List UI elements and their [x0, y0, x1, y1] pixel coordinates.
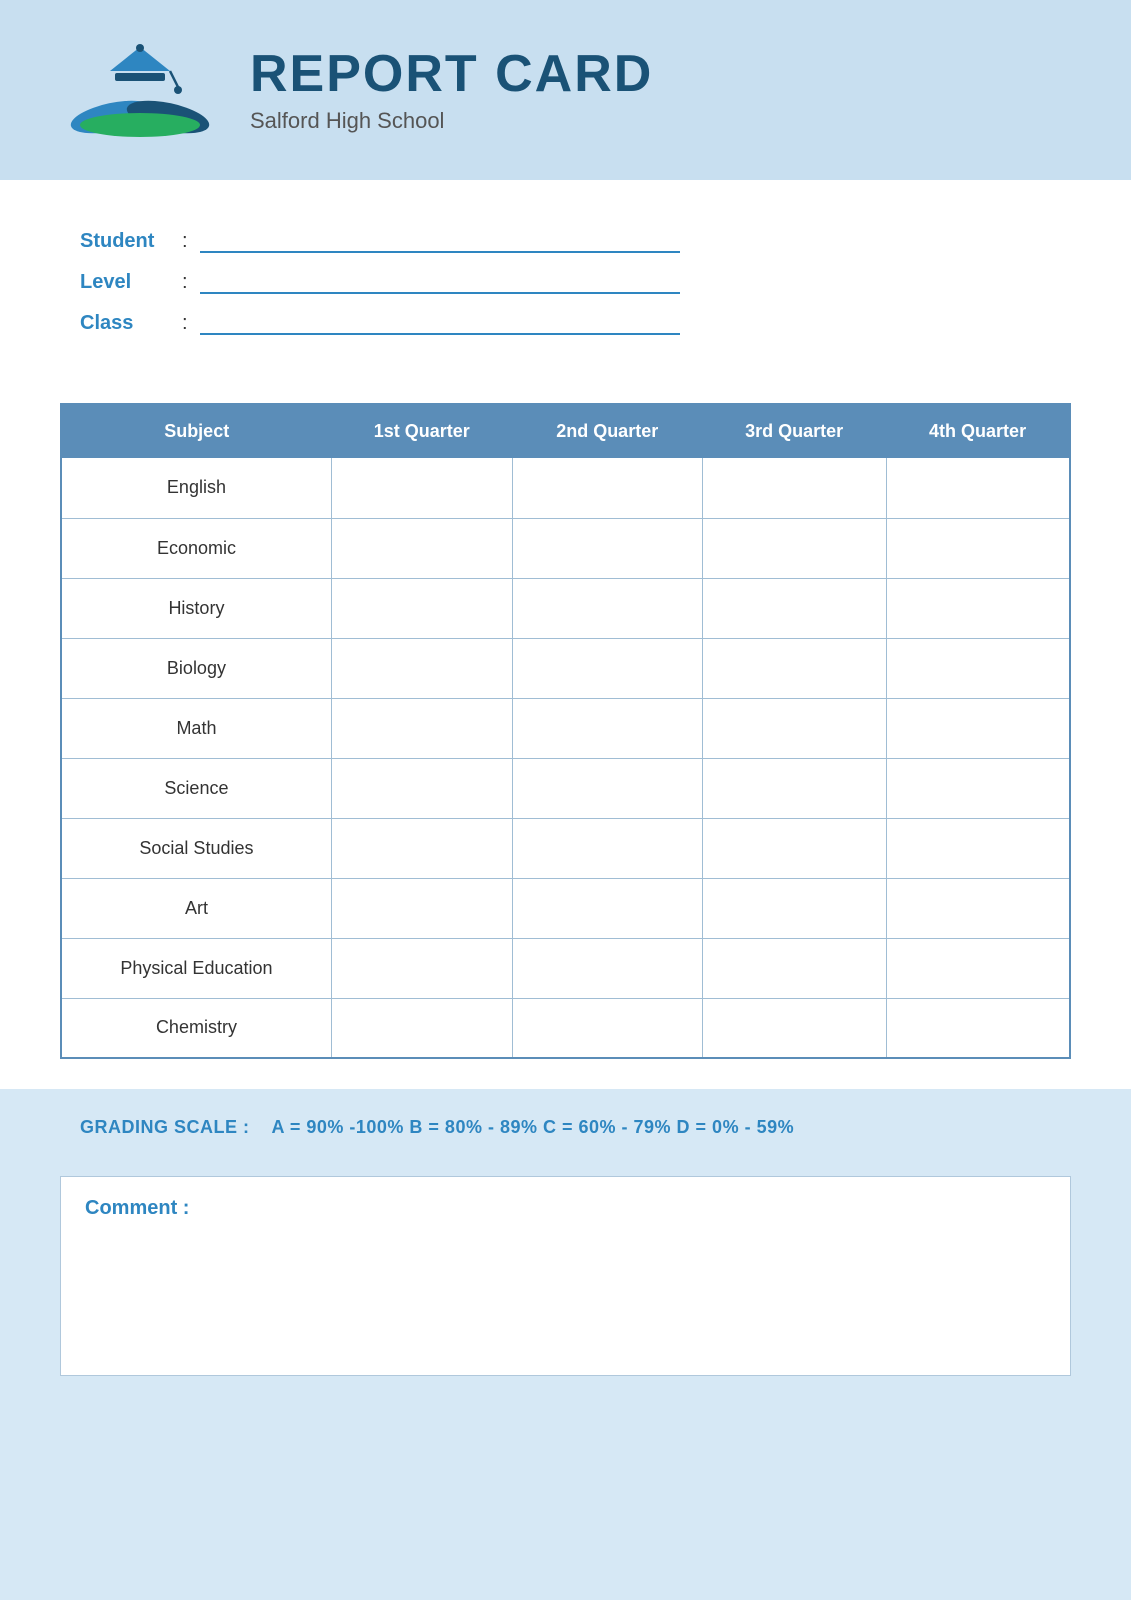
subject-cell: Art: [61, 878, 331, 938]
student-colon: :: [182, 230, 188, 253]
q3-grade-cell: [702, 998, 886, 1058]
q4-grade-cell: [886, 638, 1070, 698]
report-card-title: REPORT CARD: [250, 46, 653, 103]
table-section: Subject 1st Quarter 2nd Quarter 3rd Quar…: [0, 383, 1131, 1089]
grading-scale-values: A = 90% -100% B = 80% - 89% C = 60% - 79…: [272, 1117, 795, 1137]
q1-grade-cell: [331, 698, 512, 758]
q3-grade-cell: [702, 698, 886, 758]
q4-grade-cell: [886, 578, 1070, 638]
student-row: Student :: [80, 230, 1051, 253]
q1-grade-cell: [331, 638, 512, 698]
q3-grade-cell: [702, 638, 886, 698]
subject-cell: Biology: [61, 638, 331, 698]
q1-grade-cell: [331, 998, 512, 1058]
grading-scale-text: GRADING SCALE : A = 90% -100% B = 80% - …: [80, 1117, 794, 1137]
logo-container: [60, 30, 220, 150]
q4-grade-cell: [886, 518, 1070, 578]
q4-grade-cell: [886, 758, 1070, 818]
table-row: Physical Education: [61, 938, 1070, 998]
level-line: [200, 292, 680, 294]
table-header-row: Subject 1st Quarter 2nd Quarter 3rd Quar…: [61, 404, 1070, 458]
q4-grade-cell: [886, 458, 1070, 518]
class-label: Class: [80, 312, 170, 335]
class-line: [200, 333, 680, 335]
table-row: Math: [61, 698, 1070, 758]
q2-grade-cell: [512, 578, 702, 638]
q2-grade-cell: [512, 458, 702, 518]
q4-grade-cell: [886, 878, 1070, 938]
q1-grade-cell: [331, 878, 512, 938]
q2-grade-cell: [512, 938, 702, 998]
q3-grade-cell: [702, 518, 886, 578]
q2-grade-cell: [512, 698, 702, 758]
q3-grade-cell: [702, 758, 886, 818]
level-colon: :: [182, 271, 188, 294]
header: REPORT CARD Salford High School: [0, 0, 1131, 180]
q4-grade-cell: [886, 938, 1070, 998]
q1-grade-cell: [331, 818, 512, 878]
table-row: English: [61, 458, 1070, 518]
level-label: Level: [80, 271, 170, 294]
q4-grade-cell: [886, 698, 1070, 758]
q1-grade-cell: [331, 938, 512, 998]
subject-cell: Chemistry: [61, 998, 331, 1058]
comment-label: Comment :: [85, 1197, 1046, 1220]
q2-grade-cell: [512, 518, 702, 578]
student-line: [200, 251, 680, 253]
q3-grade-cell: [702, 878, 886, 938]
report-card-page: REPORT CARD Salford High School Student …: [0, 0, 1131, 1600]
grading-section: GRADING SCALE : A = 90% -100% B = 80% - …: [0, 1089, 1131, 1166]
q3-grade-cell: [702, 458, 886, 518]
subject-cell: English: [61, 458, 331, 518]
q2-grade-cell: [512, 638, 702, 698]
comment-box: Comment :: [60, 1176, 1071, 1376]
q2-grade-cell: [512, 878, 702, 938]
class-row: Class :: [80, 312, 1051, 335]
q2-grade-cell: [512, 818, 702, 878]
subject-cell: Economic: [61, 518, 331, 578]
col-q4: 4th Quarter: [886, 404, 1070, 458]
table-row: Art: [61, 878, 1070, 938]
subject-cell: Physical Education: [61, 938, 331, 998]
col-subject: Subject: [61, 404, 331, 458]
subject-cell: Science: [61, 758, 331, 818]
q1-grade-cell: [331, 458, 512, 518]
subject-cell: Social Studies: [61, 818, 331, 878]
q3-grade-cell: [702, 818, 886, 878]
q2-grade-cell: [512, 758, 702, 818]
school-name: Salford High School: [250, 108, 653, 134]
q3-grade-cell: [702, 938, 886, 998]
subject-cell: History: [61, 578, 331, 638]
table-row: Social Studies: [61, 818, 1070, 878]
table-row: Economic: [61, 518, 1070, 578]
col-q2: 2nd Quarter: [512, 404, 702, 458]
q4-grade-cell: [886, 818, 1070, 878]
q4-grade-cell: [886, 998, 1070, 1058]
q1-grade-cell: [331, 758, 512, 818]
school-logo-icon: [60, 35, 220, 145]
grading-scale-label: GRADING SCALE :: [80, 1117, 250, 1137]
q1-grade-cell: [331, 578, 512, 638]
q1-grade-cell: [331, 518, 512, 578]
level-row: Level :: [80, 271, 1051, 294]
q3-grade-cell: [702, 578, 886, 638]
col-q1: 1st Quarter: [331, 404, 512, 458]
header-text: REPORT CARD Salford High School: [250, 46, 653, 133]
subject-cell: Math: [61, 698, 331, 758]
table-row: History: [61, 578, 1070, 638]
student-label: Student: [80, 230, 170, 253]
col-q3: 3rd Quarter: [702, 404, 886, 458]
class-colon: :: [182, 312, 188, 335]
comment-section: Comment :: [0, 1166, 1131, 1600]
q2-grade-cell: [512, 998, 702, 1058]
grades-table: Subject 1st Quarter 2nd Quarter 3rd Quar…: [60, 403, 1071, 1059]
table-row: Science: [61, 758, 1070, 818]
info-section: Student : Level : Class :: [0, 180, 1131, 383]
table-row: Chemistry: [61, 998, 1070, 1058]
table-row: Biology: [61, 638, 1070, 698]
